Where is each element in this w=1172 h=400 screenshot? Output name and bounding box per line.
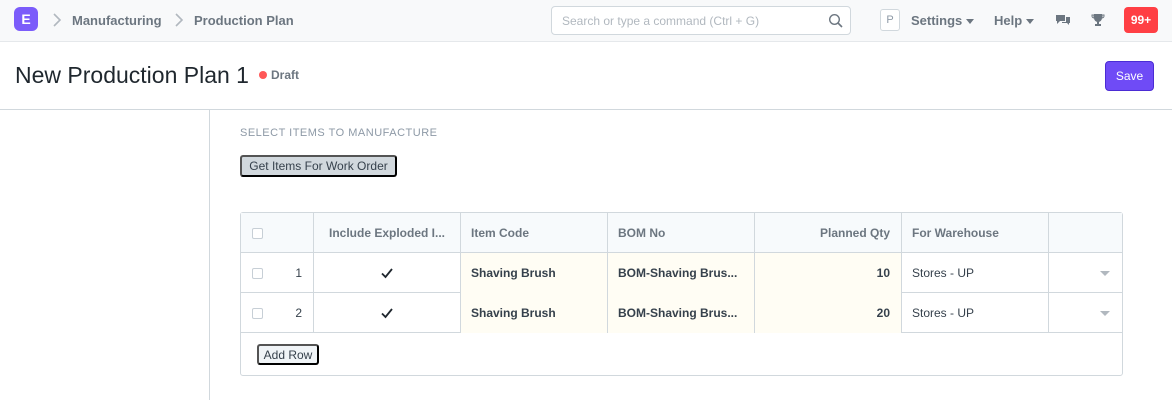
row-menu-cell[interactable] xyxy=(1049,293,1122,333)
column-header-for-warehouse[interactable]: For Warehouse xyxy=(902,213,1049,253)
grid-header-row: Include Exploded I... Item Code BOM No P… xyxy=(241,213,1122,253)
app-logo[interactable]: E xyxy=(14,7,38,31)
dropdown-arrow-icon[interactable] xyxy=(1100,310,1110,316)
navbar: E Manufacturing Production Plan Search o… xyxy=(0,0,1172,42)
row-checkbox[interactable] xyxy=(252,267,263,279)
include-exploded-cell[interactable] xyxy=(314,293,461,333)
column-header-item-code[interactable]: Item Code xyxy=(461,213,608,253)
table-row[interactable]: 2 Shaving Brush BOM-Shaving Brus... 20 S… xyxy=(241,293,1122,333)
bom-no-cell[interactable]: BOM-Shaving Brus... xyxy=(608,253,755,293)
column-header-include-exploded[interactable]: Include Exploded I... xyxy=(314,213,461,253)
row-select-cell: 2 xyxy=(241,293,314,333)
search-placeholder: Search or type a command (Ctrl + G) xyxy=(562,14,760,28)
row-select-cell: 1 xyxy=(241,253,314,293)
planned-qty-cell[interactable]: 10 xyxy=(755,253,902,293)
row-menu-cell[interactable] xyxy=(1049,253,1122,293)
sidebar-divider xyxy=(209,110,210,400)
page-title: New Production Plan 1 xyxy=(15,62,249,88)
column-header-planned-qty[interactable]: Planned Qty xyxy=(755,213,902,253)
warehouse-cell[interactable]: Stores - UP xyxy=(902,293,1049,333)
save-button[interactable]: Save xyxy=(1105,61,1154,91)
row-index: 1 xyxy=(295,266,302,280)
help-dropdown[interactable]: Help xyxy=(994,13,1035,28)
planned-qty-cell[interactable]: 20 xyxy=(755,293,902,333)
select-all-checkbox[interactable] xyxy=(252,227,263,239)
search-icon[interactable] xyxy=(828,13,844,29)
notifications-badge[interactable]: 99+ xyxy=(1124,7,1158,33)
avatar[interactable]: P xyxy=(880,9,900,31)
get-items-for-work-order-button[interactable]: Get Items For Work Order xyxy=(240,155,397,177)
select-all-cell xyxy=(241,213,314,253)
settings-dropdown[interactable]: Settings xyxy=(911,13,975,28)
column-header-bom-no[interactable]: BOM No xyxy=(608,213,755,253)
settings-label: Settings xyxy=(911,13,963,28)
dropdown-arrow-icon[interactable] xyxy=(1100,270,1110,276)
section-heading: SELECT ITEMS TO MANUFACTURE xyxy=(240,127,438,139)
caret-down-icon xyxy=(1026,19,1035,25)
item-code-cell[interactable]: Shaving Brush xyxy=(461,293,608,333)
chevron-right-icon xyxy=(52,12,62,31)
column-header-actions xyxy=(1049,213,1122,253)
row-checkbox[interactable] xyxy=(252,307,263,319)
status-badge: Draft xyxy=(271,68,300,82)
caret-down-icon xyxy=(966,19,975,25)
row-index: 2 xyxy=(295,306,302,320)
items-grid: Include Exploded I... Item Code BOM No P… xyxy=(240,212,1123,376)
add-row-button[interactable]: Add Row xyxy=(257,344,319,365)
warehouse-cell[interactable]: Stores - UP xyxy=(902,253,1049,293)
check-icon xyxy=(381,268,393,279)
include-exploded-cell[interactable] xyxy=(314,253,461,293)
page-head: New Production Plan 1 Draft Save xyxy=(0,42,1172,110)
trophy-icon[interactable] xyxy=(1090,12,1106,28)
status-indicator-dot xyxy=(259,71,267,79)
help-label: Help xyxy=(994,13,1023,28)
check-icon xyxy=(381,308,393,319)
item-code-cell[interactable]: Shaving Brush xyxy=(461,253,608,293)
chat-icon[interactable] xyxy=(1055,12,1071,28)
search-input[interactable]: Search or type a command (Ctrl + G) xyxy=(551,6,851,35)
chevron-right-icon xyxy=(174,12,184,31)
table-row[interactable]: 1 Shaving Brush BOM-Shaving Brus... 10 S… xyxy=(241,253,1122,293)
bom-no-cell[interactable]: BOM-Shaving Brus... xyxy=(608,293,755,333)
breadcrumb-manufacturing[interactable]: Manufacturing xyxy=(72,13,162,28)
breadcrumb-production-plan[interactable]: Production Plan xyxy=(194,13,294,28)
